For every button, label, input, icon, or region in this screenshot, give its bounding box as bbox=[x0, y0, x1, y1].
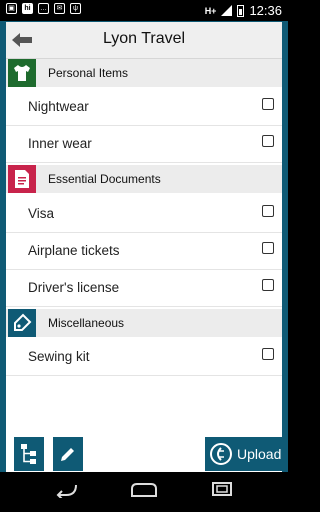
hierarchy-icon bbox=[21, 444, 36, 464]
hi-app-icon: hi bbox=[22, 3, 33, 14]
list-item[interactable]: Visa bbox=[6, 196, 282, 233]
section-label: Essential Documents bbox=[48, 172, 161, 186]
recent-apps-icon[interactable] bbox=[208, 482, 236, 498]
checkbox[interactable] bbox=[262, 135, 274, 147]
section-label: Personal Items bbox=[48, 66, 129, 80]
home-nav-icon[interactable] bbox=[129, 482, 159, 498]
system-nav-bar bbox=[0, 472, 288, 512]
section-header-personal-items: Personal Items bbox=[6, 59, 282, 87]
item-label: Visa bbox=[28, 206, 55, 221]
tree-view-button[interactable] bbox=[14, 437, 44, 471]
mail-icon: ✉ bbox=[54, 3, 65, 14]
section-header-essential-documents: Essential Documents bbox=[6, 165, 282, 193]
signal-icon bbox=[221, 5, 233, 16]
battery-icon bbox=[237, 4, 245, 17]
list-item[interactable]: Airplane tickets bbox=[6, 233, 282, 270]
checkbox[interactable] bbox=[262, 279, 274, 291]
edit-button[interactable] bbox=[53, 437, 83, 471]
list-item[interactable]: Inner wear bbox=[6, 126, 282, 163]
item-label: Sewing kit bbox=[28, 349, 90, 364]
app-bar: Lyon Travel bbox=[6, 22, 282, 59]
sms-icon: … bbox=[38, 3, 49, 14]
pencil-icon bbox=[61, 448, 74, 461]
section-label: Miscellaneous bbox=[48, 316, 125, 330]
back-nav-icon[interactable] bbox=[52, 482, 80, 498]
bottom-toolbar: Upload bbox=[6, 436, 282, 472]
screenshot-icon: ▣ bbox=[6, 3, 17, 14]
item-label: Nightwear bbox=[28, 99, 89, 114]
item-label: Airplane tickets bbox=[28, 243, 120, 258]
checkbox[interactable] bbox=[262, 348, 274, 360]
page-title: Lyon Travel bbox=[102, 30, 186, 47]
list-item[interactable]: Sewing kit bbox=[6, 339, 282, 376]
list-item[interactable]: Driver's license bbox=[6, 270, 282, 307]
network-type: H+ bbox=[204, 5, 217, 16]
item-label: Driver's license bbox=[28, 280, 120, 295]
checkbox[interactable] bbox=[262, 205, 274, 217]
upload-logo-icon bbox=[210, 443, 232, 465]
usb-icon: ψ bbox=[70, 3, 81, 14]
tag-icon bbox=[8, 309, 36, 337]
upload-button[interactable]: Upload bbox=[205, 437, 282, 471]
document-icon bbox=[8, 165, 36, 193]
checkbox[interactable] bbox=[262, 98, 274, 110]
item-label: Inner wear bbox=[28, 136, 92, 151]
upload-label: Upload bbox=[237, 446, 282, 462]
shirt-icon bbox=[8, 59, 36, 87]
list-item[interactable]: Nightwear bbox=[6, 89, 282, 126]
section-header-miscellaneous: Miscellaneous bbox=[6, 309, 282, 337]
clock: 12:36 bbox=[249, 3, 282, 18]
checklist-card: Lyon Travel Personal Items Nightwear Inn… bbox=[6, 22, 282, 472]
status-bar: ▣ hi … ✉ ψ H+ 12:36 bbox=[0, 0, 288, 21]
checkbox[interactable] bbox=[262, 242, 274, 254]
